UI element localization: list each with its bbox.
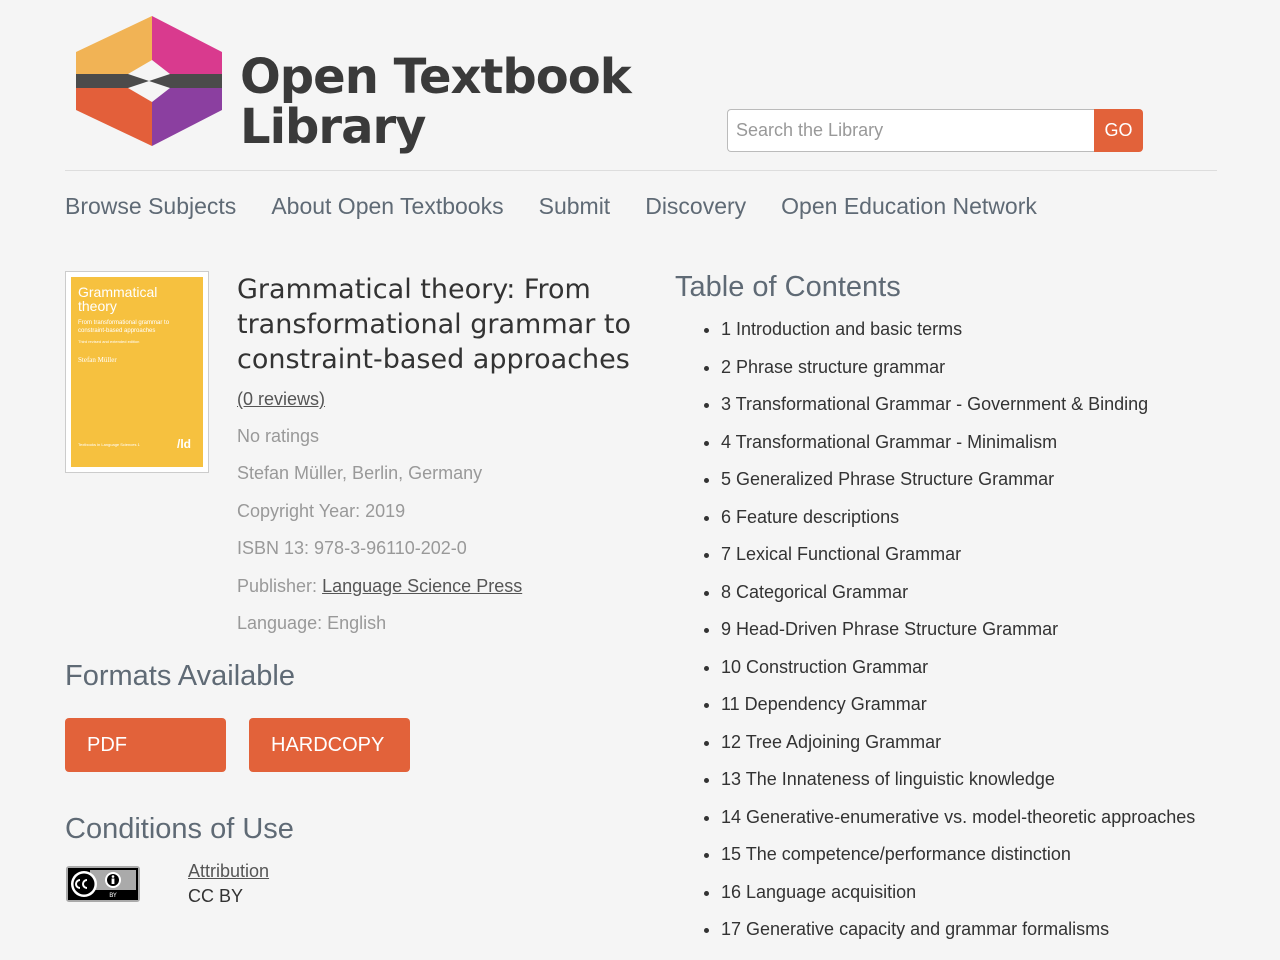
book-author: Stefan Müller, Berlin, Germany: [237, 463, 483, 483]
book-cover-art: Grammatical theory From transformational…: [71, 277, 203, 467]
header-divider: [65, 170, 1217, 171]
cc-by-text: BY: [109, 892, 117, 899]
isbn: ISBN 13: 978-3-96110-202-0: [237, 538, 467, 558]
toc-item: 6 Feature descriptions: [721, 499, 1261, 537]
site-name-line2: Library: [240, 99, 426, 155]
toc-item: 4 Transformational Grammar - Minimalism: [721, 424, 1261, 462]
license-attribution-link[interactable]: Attribution: [188, 861, 269, 882]
cover-subtitle: From transformational grammar to constra…: [78, 320, 170, 334]
main-nav: Browse Subjects About Open Textbooks Sub…: [65, 193, 1037, 220]
formats-heading: Formats Available: [65, 660, 295, 692]
toc-item: 16 Language acquisition: [721, 874, 1261, 912]
book-title: Grammatical theory: From transformationa…: [237, 274, 631, 375]
publisher: Publisher: Language Science Press: [237, 576, 522, 597]
cover-author: Stefan Müller: [78, 356, 117, 364]
toc-item: 8 Categorical Grammar: [721, 574, 1261, 612]
cover-series: Textbooks in Language Sciences 1: [78, 442, 140, 447]
site-name[interactable]: Open Textbook Library: [240, 49, 632, 155]
nav-discovery[interactable]: Discovery: [645, 193, 746, 220]
toc-item: 2 Phrase structure grammar: [721, 349, 1261, 387]
toc-item: 17 Generative capacity and grammar forma…: [721, 911, 1261, 949]
toc-item: 7 Lexical Functional Grammar: [721, 536, 1261, 574]
toc-item: 11 Dependency Grammar: [721, 686, 1261, 724]
conditions-heading: Conditions of Use: [65, 813, 294, 845]
toc-item: 1 Introduction and basic terms: [721, 311, 1261, 349]
pdf-format-button[interactable]: PDF: [65, 718, 226, 772]
logo-center-dark: [76, 74, 149, 88]
copyright-year: Copyright Year: 2019: [237, 501, 406, 521]
logo-segment-orange: [76, 88, 152, 146]
toc-list: 1 Introduction and basic terms 2 Phrase …: [700, 311, 1261, 949]
toc-item: 12 Tree Adjoining Grammar: [721, 724, 1261, 762]
cc-by-license-badge[interactable]: BY: [66, 866, 140, 902]
toc-item: 9 Head-Driven Phrase Structure Grammar: [721, 611, 1261, 649]
logo-segment-purple: [152, 88, 222, 146]
nav-open-education-network[interactable]: Open Education Network: [781, 193, 1037, 220]
license-code: CC BY: [188, 886, 244, 906]
book-cover: Grammatical theory From transformational…: [65, 271, 209, 473]
toc-item: 13 The Innateness of linguistic knowledg…: [721, 761, 1261, 799]
hardcopy-format-button[interactable]: HARDCOPY: [249, 718, 410, 772]
cover-edition: Third revised and extended edition: [78, 339, 140, 344]
search-go-button[interactable]: GO: [1094, 109, 1143, 152]
open-textbook-library-logo[interactable]: [76, 16, 222, 146]
toc-item: 3 Transformational Grammar - Government …: [721, 386, 1261, 424]
toc-item: 15 The competence/performance distinctio…: [721, 836, 1261, 874]
logo-segment-pink: [152, 16, 222, 74]
publisher-label: Publisher:: [237, 576, 318, 596]
nav-browse-subjects[interactable]: Browse Subjects: [65, 193, 236, 220]
language: Language: English: [237, 613, 387, 633]
logo-segment-yellow: [76, 16, 152, 74]
logo-center-dark-right: [149, 74, 222, 88]
reviews-link[interactable]: (0 reviews): [237, 389, 325, 410]
search-input[interactable]: [727, 109, 1094, 152]
cc-icon: BY: [68, 868, 138, 900]
toc-item: 5 Generalized Phrase Structure Grammar: [721, 461, 1261, 499]
publisher-link[interactable]: Language Science Press: [322, 576, 522, 596]
toc-heading: Table of Contents: [675, 271, 901, 303]
nav-about-open-textbooks[interactable]: About Open Textbooks: [271, 193, 503, 220]
site-name-line1: Open Textbook: [240, 49, 632, 105]
cover-title: Grammatical theory: [78, 284, 158, 314]
toc-item: 10 Construction Grammar: [721, 649, 1261, 687]
ratings: No ratings: [237, 426, 320, 446]
nav-submit[interactable]: Submit: [539, 193, 611, 220]
toc-item: 14 Generative-enumerative vs. model-theo…: [721, 799, 1261, 837]
search-bar: GO: [727, 109, 1143, 152]
publisher-logo-icon: /ld: [177, 437, 191, 451]
